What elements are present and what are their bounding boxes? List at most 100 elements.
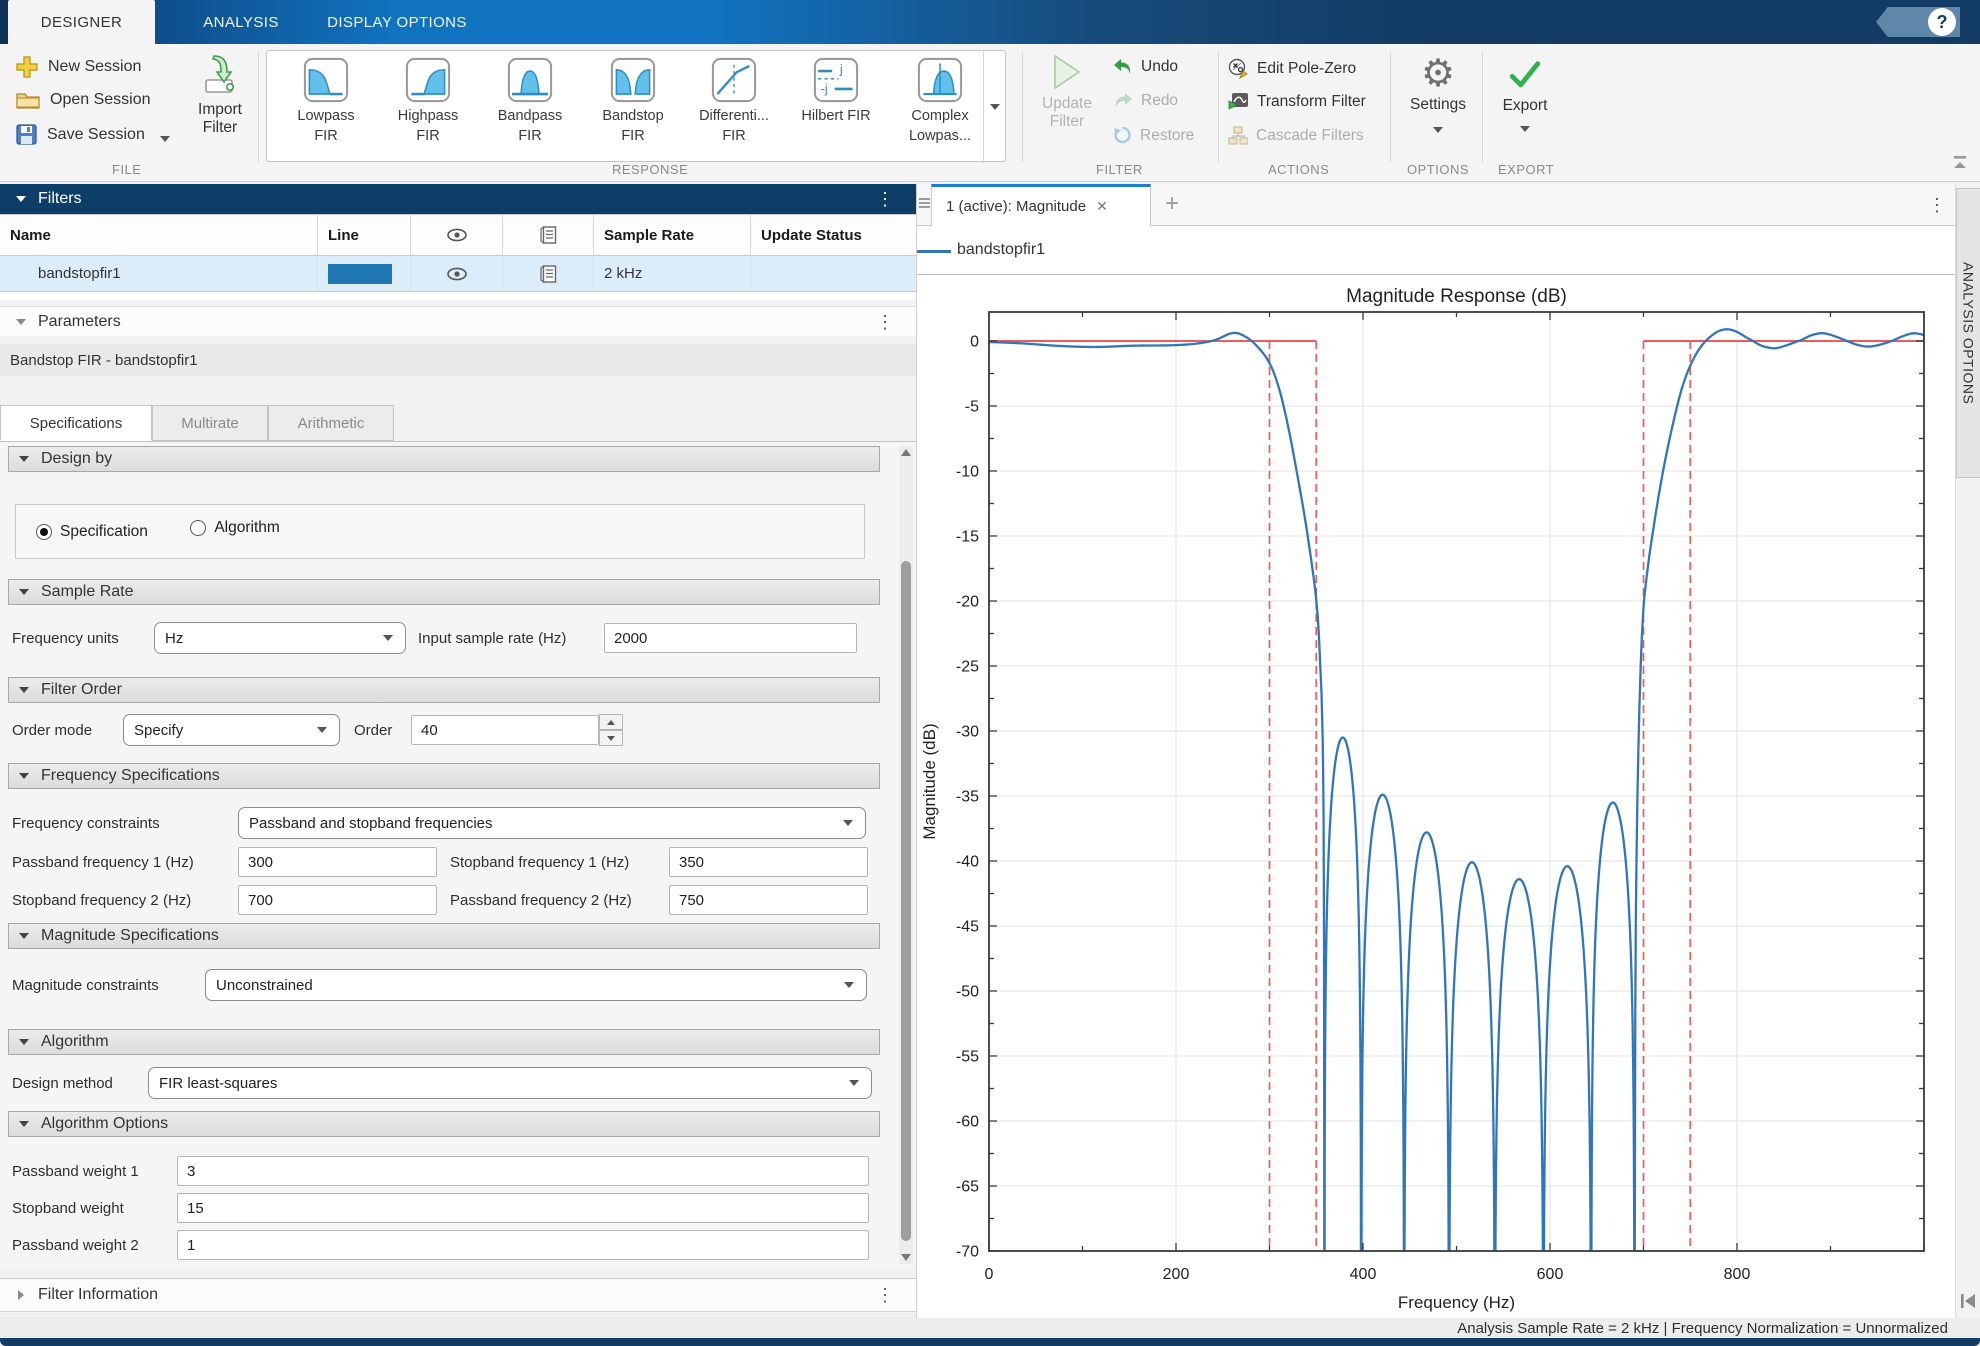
filter-row-update-status[interactable] (751, 256, 916, 292)
response-type-hilbert[interactable]: j-jHilbert FIR (788, 57, 884, 127)
filter-information-header[interactable]: Filter Information ⋮ (0, 1278, 916, 1312)
column-header-update-status[interactable]: Update Status (751, 214, 916, 256)
response-type-differentiator[interactable]: Differenti...FIR (686, 57, 782, 146)
order-spinner-up[interactable] (599, 714, 623, 730)
line-color-swatch (328, 264, 392, 284)
design-method-dropdown[interactable]: FIR least-squares (148, 1067, 872, 1099)
section-algorithm-options[interactable]: Algorithm Options (8, 1111, 880, 1137)
order-label: Order (354, 715, 392, 745)
scrollbar-thumb[interactable] (901, 561, 911, 1241)
parameters-panel-header[interactable]: Parameters ⋮ (0, 306, 916, 336)
passband-frequency-1-field[interactable]: 300 (238, 847, 437, 877)
legend-label[interactable]: bandstopfir1 (957, 241, 1045, 259)
import-filter-label-1: Import (188, 101, 252, 119)
input-sample-rate-field[interactable]: 2000 (604, 623, 857, 653)
parameters-menu-icon[interactable]: ⋮ (876, 313, 894, 331)
response-type-bandpass[interactable]: BandpassFIR (482, 57, 578, 146)
add-tab-button[interactable]: + (1165, 190, 1179, 218)
column-header-name[interactable]: Name (0, 214, 318, 256)
tab-arithmetic[interactable]: Arithmetic (268, 405, 394, 441)
frequency-units-dropdown[interactable]: Hz (154, 622, 406, 654)
collapse-ribbon-icon[interactable] (1952, 156, 1968, 170)
passband-weight-2-field[interactable]: 1 (177, 1230, 869, 1260)
passband-frequency-2-field[interactable]: 750 (669, 885, 868, 915)
tab-analysis[interactable]: ANALYSIS (193, 0, 289, 44)
save-session-button[interactable]: Save Session (16, 124, 145, 145)
update-filter-button[interactable]: Update Filter (1030, 54, 1104, 131)
svg-text:-35: -35 (956, 788, 979, 805)
column-header-sample-rate[interactable]: Sample Rate (594, 214, 751, 256)
list-doc-icon (540, 265, 557, 283)
tab-display-options[interactable]: DISPLAY OPTIONS (322, 0, 472, 44)
section-frequency-specifications[interactable]: Frequency Specifications (8, 763, 880, 789)
passband-weight-1-field[interactable]: 3 (177, 1156, 869, 1186)
scroll-down-icon[interactable] (901, 1254, 911, 1261)
section-design-by[interactable]: Design by (8, 446, 880, 472)
filter-information-menu-icon[interactable]: ⋮ (876, 1286, 894, 1304)
redo-button[interactable]: Redo (1113, 92, 1178, 110)
edit-pole-zero-button[interactable]: Edit Pole-Zero (1228, 58, 1356, 79)
dropdown-arrow-icon (844, 982, 854, 988)
scroll-up-icon[interactable] (901, 449, 911, 456)
collapse-triangle-icon (19, 1121, 29, 1127)
filters-menu-icon[interactable]: ⋮ (876, 190, 894, 208)
stopband-frequency-2-field[interactable]: 700 (238, 885, 437, 915)
column-header-line[interactable]: Line (318, 214, 411, 256)
cascade-filters-label: Cascade Filters (1256, 127, 1364, 145)
restore-button[interactable]: Restore (1113, 126, 1194, 145)
figure-tab-magnitude[interactable]: 1 (active): Magnitude ✕ (931, 184, 1151, 226)
response-type-bandstop[interactable]: BandstopFIR (585, 57, 681, 146)
filter-row-name[interactable]: bandstopfir1 (0, 256, 318, 292)
parameters-scrollbar[interactable] (899, 446, 913, 1264)
export-check-icon (1508, 58, 1542, 92)
column-header-visibility[interactable] (411, 214, 503, 256)
stopband-frequency-1-field[interactable]: 350 (669, 847, 868, 877)
response-type-highpass[interactable]: HighpassFIR (380, 57, 476, 146)
new-session-button[interactable]: New Session (16, 56, 141, 78)
section-filter-order[interactable]: Filter Order (8, 677, 880, 703)
filter-row-info[interactable] (503, 256, 594, 292)
section-sample-rate[interactable]: Sample Rate (8, 579, 880, 605)
response-type-label: Hilbert FIR (788, 107, 884, 127)
save-session-dropdown-icon[interactable] (160, 136, 170, 142)
filters-panel-header[interactable]: Filters ⋮ (0, 184, 916, 214)
drag-grip-icon[interactable] (919, 198, 930, 210)
export-button[interactable]: Export (1490, 52, 1560, 137)
filter-row-sample-rate[interactable]: 2 kHz (594, 256, 751, 292)
filter-row-visibility[interactable] (411, 256, 503, 292)
open-session-button[interactable]: Open Session (16, 90, 151, 110)
tab-multirate[interactable]: Multirate (152, 405, 268, 441)
filter-row-line[interactable] (318, 256, 411, 292)
order-spinner-down[interactable] (599, 730, 623, 746)
column-header-info[interactable] (503, 214, 594, 256)
help-button[interactable]: ? (1876, 7, 1960, 37)
response-type-complex-lowpass[interactable]: ComplexLowpas... (892, 57, 988, 146)
parameters-panel-title: Parameters (38, 313, 121, 331)
order-mode-dropdown[interactable]: Specify (123, 714, 340, 746)
frequency-constraints-dropdown[interactable]: Passband and stopband frequencies (238, 807, 866, 839)
analysis-options-tab[interactable]: ANALYSIS OPTIONS (1956, 188, 1980, 478)
eye-icon (446, 228, 468, 242)
undo-button[interactable]: Undo (1113, 58, 1178, 76)
close-tab-icon[interactable]: ✕ (1096, 198, 1108, 215)
radio-algorithm[interactable]: Algorithm (190, 519, 279, 537)
tab-specifications[interactable]: Specifications (0, 405, 152, 441)
transform-filter-button[interactable]: Transform Filter (1228, 92, 1366, 111)
section-divider (1390, 52, 1391, 162)
collapse-panel-icon[interactable] (1960, 1292, 1977, 1310)
section-magnitude-specifications[interactable]: Magnitude Specifications (8, 923, 880, 949)
tab-designer[interactable]: DESIGNER (8, 0, 155, 44)
cascade-filters-button[interactable]: Cascade Filters (1228, 126, 1364, 145)
radio-specification[interactable]: Specification (36, 523, 148, 541)
section-algorithm[interactable]: Algorithm (8, 1029, 880, 1055)
response-type-lowpass[interactable]: LowpassFIR (278, 57, 374, 146)
figure-menu-icon[interactable]: ⋮ (1928, 196, 1946, 214)
import-filter-button[interactable]: Import Filter (188, 54, 252, 137)
settings-button[interactable]: ⚙ Settings (1398, 52, 1478, 138)
order-field[interactable]: 40 (411, 715, 599, 745)
restore-icon (1113, 126, 1132, 145)
stopband-weight-field[interactable]: 15 (177, 1193, 869, 1223)
figure-tab-bar: 1 (active): Magnitude ✕ + ⋮ (917, 184, 1956, 226)
magnitude-constraints-dropdown[interactable]: Unconstrained (205, 969, 867, 1001)
magnitude-response-plot[interactable]: 02004006008000-5-10-15-20-25-30-35-40-45… (917, 275, 1956, 1318)
